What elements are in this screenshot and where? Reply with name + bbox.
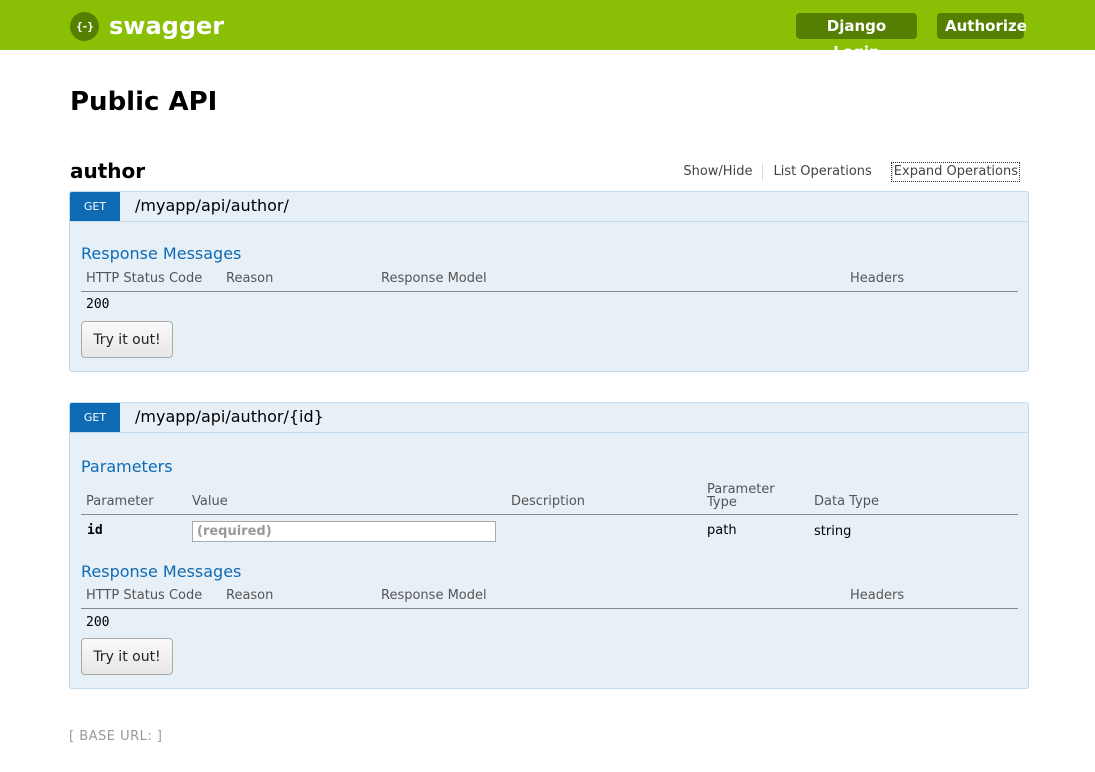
resource-options: Show/Hide List Operations Expand Operati… — [673, 162, 1021, 182]
authorize-button[interactable]: Authorize — [937, 13, 1027, 39]
parameters-table-header: Parameter Value Description Parameter Ty… — [81, 482, 1018, 515]
col-http-status-code: HTTP Status Code — [86, 271, 203, 286]
swagger-logo[interactable]: {-} swagger — [70, 11, 224, 41]
param-data-type: string — [814, 524, 852, 539]
expand-operations-link[interactable]: Expand Operations — [890, 162, 1021, 182]
col-parameter-type: Parameter Type — [707, 482, 775, 510]
http-verb-badge[interactable]: GET — [70, 192, 120, 221]
resource-name-link[interactable]: author — [70, 158, 145, 184]
show-hide-link[interactable]: Show/Hide — [673, 163, 762, 181]
operation-path[interactable]: /myapp/api/author/ — [135, 196, 289, 216]
param-name: id — [87, 523, 103, 538]
col-value: Value — [192, 494, 228, 509]
parameters-heading: Parameters — [81, 457, 173, 476]
param-id-input[interactable] — [192, 521, 496, 542]
logo-text: swagger — [109, 12, 225, 40]
base-url-footer: [ BASE URL: ] — [69, 729, 163, 744]
col-description: Description — [511, 494, 586, 509]
response-table-header: HTTP Status Code Reason Response Model H… — [81, 586, 1018, 609]
operation-get-author-by-id: GET /myapp/api/author/{id} Parameters Pa… — [69, 402, 1029, 689]
list-operations-link[interactable]: List Operations — [762, 163, 881, 181]
col-http-status-code: HTTP Status Code — [86, 588, 203, 603]
col-reason: Reason — [226, 588, 274, 603]
operation-path[interactable]: /myapp/api/author/{id} — [135, 407, 324, 427]
response-status-code: 200 — [86, 297, 110, 312]
operation-header[interactable]: GET /myapp/api/author/ — [70, 192, 1028, 222]
operation-header[interactable]: GET /myapp/api/author/{id} — [70, 403, 1028, 433]
col-reason: Reason — [226, 271, 274, 286]
col-headers: Headers — [850, 588, 905, 603]
col-parameter: Parameter — [86, 494, 154, 509]
http-verb-badge[interactable]: GET — [70, 403, 120, 432]
page-title: Public API — [70, 87, 218, 117]
col-response-model: Response Model — [381, 588, 487, 603]
col-headers: Headers — [850, 271, 905, 286]
response-status-code: 200 — [86, 615, 110, 630]
param-type: path — [707, 523, 737, 538]
swagger-logo-icon: {-} — [70, 11, 99, 41]
try-it-out-button[interactable]: Try it out! — [81, 321, 173, 358]
django-login-button[interactable]: Django Login — [796, 13, 917, 61]
col-response-model: Response Model — [381, 271, 487, 286]
try-it-out-button[interactable]: Try it out! — [81, 638, 173, 675]
operation-get-author-list: GET /myapp/api/author/ Response Messages… — [69, 191, 1029, 372]
response-table-header: HTTP Status Code Reason Response Model H… — [81, 269, 1018, 292]
top-bar: {-} swagger Django Login Authorize — [0, 0, 1095, 61]
response-messages-heading: Response Messages — [81, 244, 242, 263]
response-messages-heading: Response Messages — [81, 562, 242, 581]
col-data-type: Data Type — [814, 494, 880, 509]
